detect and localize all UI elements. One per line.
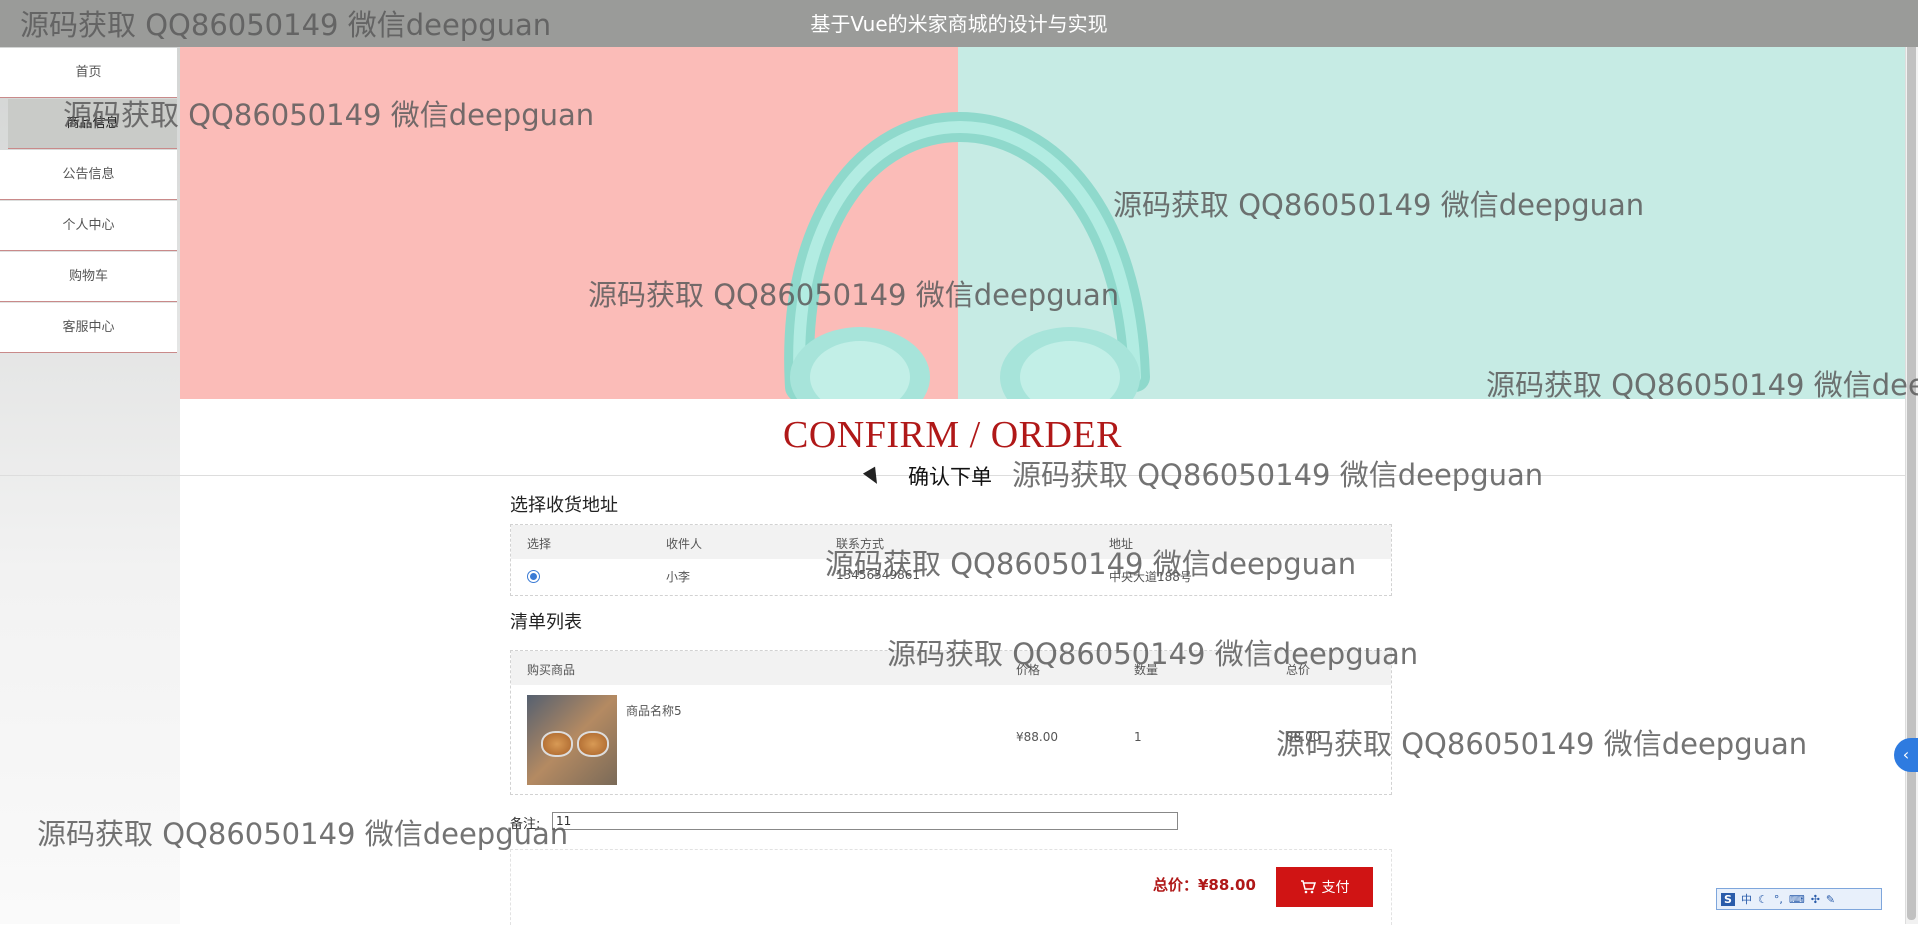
watermark: 源码获取 QQ86050149 微信deepguan	[1113, 188, 1645, 222]
watermark: 源码获取 QQ86050149 微信deepguan	[887, 637, 1419, 671]
cart-icon	[1300, 880, 1316, 894]
address-section-title: 选择收货地址	[510, 495, 618, 516]
sunglasses-lens-left	[541, 731, 573, 757]
ime-toolbar[interactable]: S 中 ☾ °, ⌨ ✣ ✎	[1716, 888, 1882, 910]
address-radio-selected[interactable]	[527, 570, 540, 583]
product-quantity: 1	[1134, 730, 1142, 744]
ime-mode-label[interactable]: 中	[1741, 891, 1752, 907]
product-price: ¥88.00	[1016, 730, 1058, 744]
watermark: 源码获取 QQ86050149 微信deepguan	[588, 278, 1120, 312]
sidebar-item-cart[interactable]: 购物车	[0, 252, 177, 302]
ime-logo-icon: S	[1721, 892, 1735, 906]
order-total: 总价：¥88.00	[1153, 876, 1256, 894]
sunglasses-lens-right	[577, 731, 609, 757]
table-row[interactable]: 商品名称5 ¥88.00 1 88.00	[511, 685, 1391, 793]
payment-box	[510, 849, 1392, 925]
watermark: 源码获取 QQ86050149 微信deepguan	[825, 547, 1357, 581]
mouse-cursor-icon	[862, 466, 884, 488]
page-title-cn: 确认下单	[908, 465, 992, 489]
sidebar-item-profile[interactable]: 个人中心	[0, 201, 177, 251]
column-header-product: 购买商品	[527, 663, 576, 677]
watermark: 源码获取 QQ86050149 微信deepguan	[20, 8, 552, 42]
column-header-select: 选择	[527, 537, 552, 551]
pay-button-label: 支付	[1321, 879, 1350, 895]
watermark: 源码获取 QQ86050149 微信deepguan	[63, 98, 595, 132]
sidebar-item-home[interactable]: 首页	[0, 48, 177, 98]
pay-button[interactable]: 支付	[1276, 867, 1373, 907]
chevron-left-icon[interactable]: ‹	[1894, 738, 1918, 772]
product-name[interactable]: 商品名称5	[626, 702, 682, 719]
sidebar-item-announcements[interactable]: 公告信息	[0, 150, 177, 200]
page-title-en: CONFIRM / ORDER	[783, 414, 1122, 456]
watermark: 源码获取 QQ86050149 微信deepguan	[1012, 458, 1544, 492]
recipient-cell: 小李	[666, 570, 691, 584]
column-header-recipient: 收件人	[666, 537, 703, 551]
watermark: 源码获取 QQ86050149 微信deepguan	[1276, 727, 1808, 761]
wrench-icon[interactable]: ✎	[1826, 893, 1835, 906]
sidebar-item-service[interactable]: 客服中心	[0, 303, 177, 353]
moon-icon[interactable]: ☾	[1758, 893, 1768, 906]
watermark: 源码获取 QQ86050149 微信deepguan	[1486, 368, 1918, 402]
remark-input[interactable]	[552, 812, 1178, 830]
order-section-title: 清单列表	[510, 612, 582, 633]
keyboard-icon[interactable]: ⌨	[1789, 893, 1805, 906]
product-thumbnail[interactable]	[527, 695, 617, 785]
watermark: 源码获取 QQ86050149 微信deepguan	[37, 817, 569, 851]
punctuation-icon[interactable]: °,	[1774, 893, 1783, 906]
settings-icon[interactable]: ✣	[1811, 893, 1820, 906]
scrollbar-thumb[interactable]	[1907, 4, 1916, 920]
